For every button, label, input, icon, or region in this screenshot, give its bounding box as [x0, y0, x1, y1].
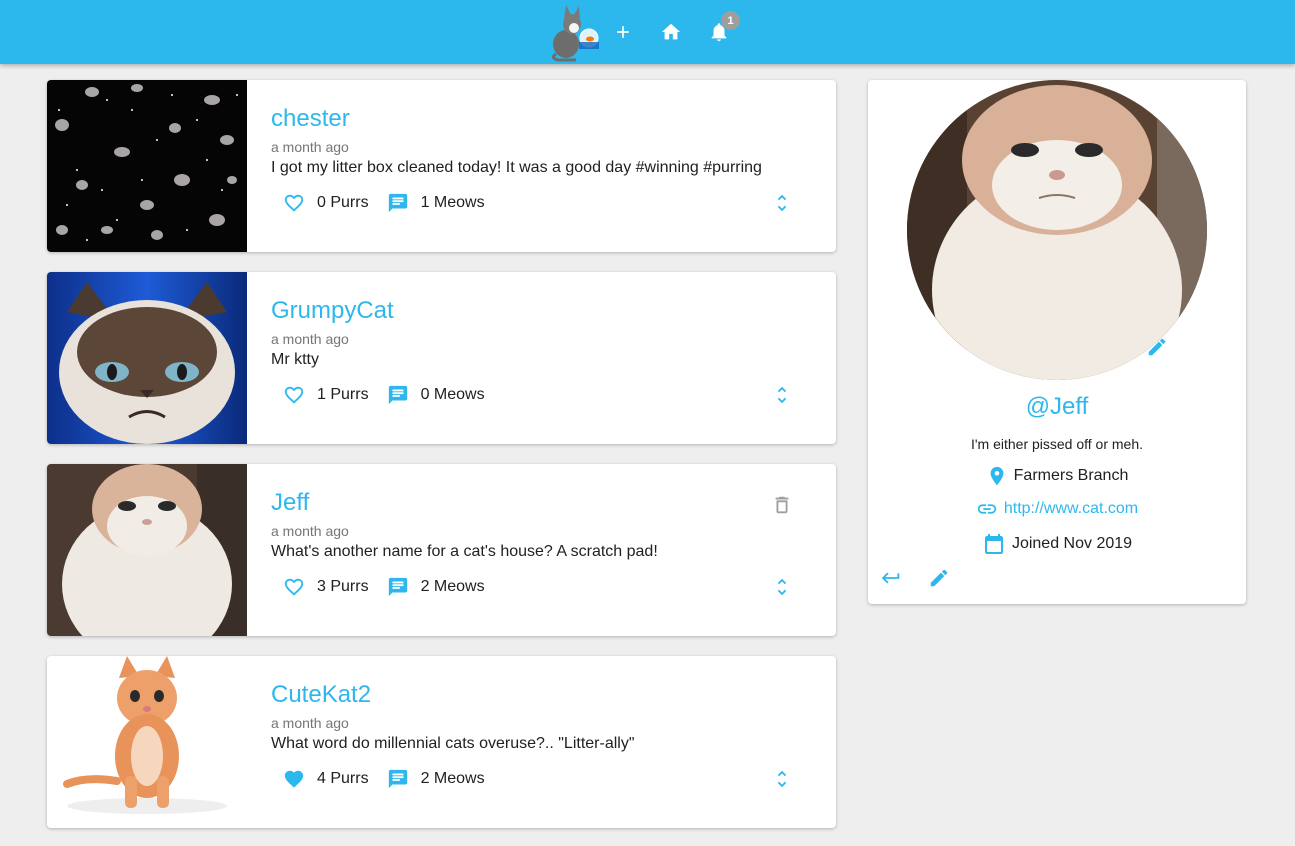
comment-button[interactable] [383, 765, 413, 793]
post-user-image [47, 80, 247, 252]
purrs-count: 1 Purrs [317, 386, 369, 403]
post-author-link[interactable]: CuteKat2 [271, 681, 371, 709]
chat-icon [388, 193, 407, 213]
edit-avatar-button[interactable] [1144, 334, 1170, 360]
post-timestamp: a month ago [271, 331, 349, 347]
post-timestamp: a month ago [271, 523, 349, 539]
link-icon [976, 498, 998, 520]
heart-outline-icon [284, 194, 304, 212]
location-pin-icon [986, 465, 1008, 487]
post-author-link[interactable]: chester [271, 105, 350, 133]
delete-post-button[interactable] [768, 491, 796, 519]
add-icon [617, 26, 629, 38]
profile-handle-link[interactable]: @Jeff [868, 393, 1246, 421]
profile-card: @Jeff I'm either pissed off or meh. Farm… [868, 80, 1246, 604]
post-body: What's another name for a cat's house? A… [271, 543, 658, 560]
edit-profile-button[interactable] [927, 566, 951, 590]
post-actions: 3 Purrs 2 Meows [279, 573, 499, 601]
home-icon [661, 23, 681, 40]
purrs-count: 0 Purrs [317, 194, 369, 211]
logout-button[interactable] [879, 566, 903, 590]
joined-text: Joined Nov 2019 [1011, 535, 1133, 552]
chat-icon [388, 769, 407, 789]
add-post-button[interactable] [607, 16, 639, 48]
unfold-more-icon [777, 578, 787, 596]
post-timestamp: a month ago [271, 139, 349, 155]
profile-bio: I'm either pissed off or meh. [970, 436, 1144, 452]
post-author-link[interactable]: Jeff [271, 489, 309, 517]
comment-button[interactable] [383, 189, 413, 217]
cat-logo[interactable] [548, 2, 600, 62]
unlike-button[interactable] [279, 765, 309, 793]
chat-icon [388, 385, 407, 405]
post-body: What word do millennial cats overuse?.. … [271, 735, 635, 752]
meows-count: 1 Meows [420, 194, 485, 211]
website-link[interactable]: http://www.cat.com [1004, 500, 1138, 518]
like-button[interactable] [279, 189, 309, 217]
keyboard-return-icon [881, 572, 900, 584]
heart-filled-icon [284, 770, 304, 788]
profile-joined: Joined Nov 2019 [868, 532, 1246, 556]
heart-outline-icon [284, 578, 304, 596]
pencil-icon [1148, 338, 1166, 356]
post-user-image [47, 272, 247, 444]
purrs-count: 3 Purrs [317, 578, 369, 595]
post-card: CuteKat2 a month ago What word do millen… [47, 656, 836, 828]
expand-post-button[interactable] [768, 765, 796, 793]
meows-count: 2 Meows [420, 578, 485, 595]
pencil-icon [930, 569, 948, 587]
post-user-image [47, 464, 247, 636]
post-card: GrumpyCat a month ago Mr ktty 1 Purrs 0 … [47, 272, 836, 444]
post-user-image [47, 656, 247, 828]
profile-location: Farmers Branch [868, 465, 1246, 487]
post-actions: 0 Purrs 1 Meows [279, 189, 499, 217]
expand-post-button[interactable] [768, 381, 796, 409]
location-text: Farmers Branch [1013, 467, 1129, 484]
comment-button[interactable] [383, 573, 413, 601]
like-button[interactable] [279, 573, 309, 601]
app-bar: 1 [0, 0, 1295, 64]
chat-icon [388, 577, 407, 597]
purrs-count: 4 Purrs [317, 770, 369, 787]
notification-badge: 1 [721, 11, 740, 30]
profile-website: http://www.cat.com [868, 498, 1246, 520]
heart-outline-icon [284, 386, 304, 404]
unfold-more-icon [777, 770, 787, 788]
calendar-icon [982, 532, 1006, 556]
expand-post-button[interactable] [768, 573, 796, 601]
expand-post-button[interactable] [768, 189, 796, 217]
unfold-more-icon [777, 386, 787, 404]
post-timestamp: a month ago [271, 715, 349, 731]
post-body: I got my litter box cleaned today! It wa… [271, 159, 762, 176]
post-actions: 1 Purrs 0 Meows [279, 381, 499, 409]
post-body: Mr ktty [271, 351, 319, 368]
meows-count: 2 Meows [420, 770, 485, 787]
post-card: Jeff a month ago What's another name for… [47, 464, 836, 636]
comment-button[interactable] [383, 381, 413, 409]
post-actions: 4 Purrs 2 Meows [279, 765, 499, 793]
like-button[interactable] [279, 381, 309, 409]
unfold-more-icon [777, 194, 787, 212]
home-button[interactable] [655, 16, 687, 48]
meows-count: 0 Meows [420, 386, 485, 403]
trash-icon [775, 496, 789, 514]
post-author-link[interactable]: GrumpyCat [271, 297, 394, 325]
post-card: chester a month ago I got my litter box … [47, 80, 836, 252]
